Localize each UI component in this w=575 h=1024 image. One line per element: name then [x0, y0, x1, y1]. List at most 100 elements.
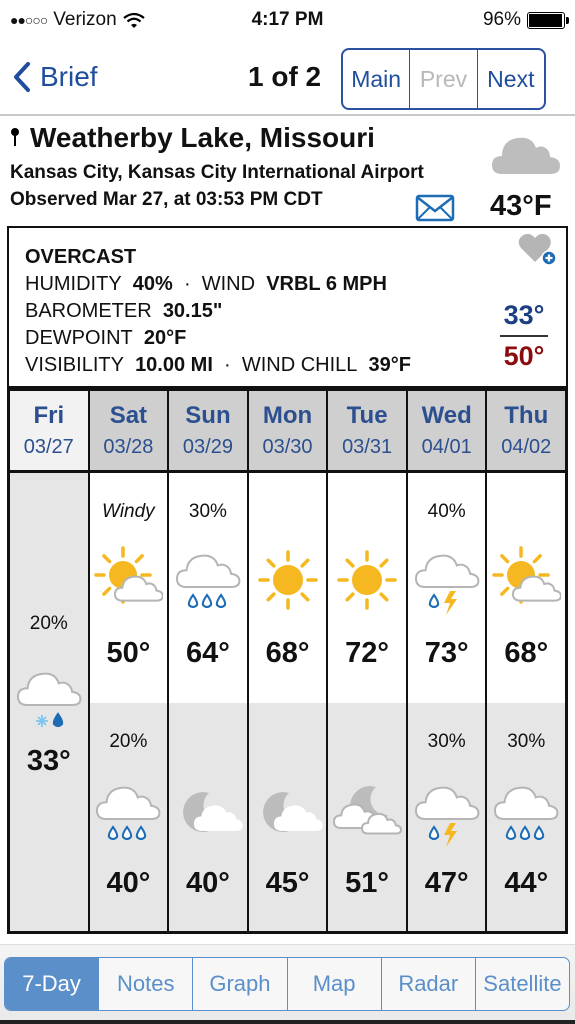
low-temperature: 51° — [345, 867, 390, 899]
nighttime-forecast: 20% 33° — [10, 473, 88, 931]
day-name: Mon — [262, 402, 313, 429]
page-segmented-control: Main Prev Next — [341, 48, 546, 110]
wifi-icon — [122, 12, 145, 28]
tab-satellite[interactable]: Satellite — [476, 958, 569, 1010]
forecast-day-mon[interactable]: Mon 03/30 68° 45° — [248, 391, 329, 931]
low-temperature: 40° — [106, 867, 151, 899]
partly-sunny-icon — [94, 546, 164, 604]
nighttime-note: 30% — [507, 731, 546, 752]
high-temperature: 68° — [265, 637, 310, 669]
back-label: Brief — [40, 61, 98, 92]
main-button[interactable]: Main — [343, 50, 411, 108]
tab-graph[interactable]: Graph — [193, 958, 288, 1010]
day-date: 03/31 — [342, 436, 393, 458]
low-temperature: 45° — [265, 867, 310, 899]
today-high: 50° — [503, 341, 545, 371]
visibility-label: VISIBILITY — [25, 354, 124, 376]
nighttime-forecast: 40° — [169, 703, 247, 931]
high-temperature: 64° — [186, 637, 230, 669]
forecast-day-fri[interactable]: Fri 03/27 20% 33° — [10, 391, 90, 931]
tab-radar[interactable]: Radar — [382, 958, 476, 1010]
pin-icon — [10, 128, 20, 148]
daytime-forecast: 40% 73° — [407, 473, 486, 703]
day-header: Wed 04/01 — [407, 391, 486, 473]
forecast-day-tue[interactable]: Tue 03/31 72° 51° — [328, 391, 408, 931]
day-date: 03/28 — [103, 436, 154, 458]
cloud-icon — [492, 137, 560, 174]
day-date: 03/27 — [23, 436, 74, 458]
add-favorite-icon[interactable] — [518, 232, 558, 266]
today-low-high: 33° 50° — [500, 300, 548, 372]
nighttime-forecast: 51° — [328, 703, 406, 931]
windchill-label: WIND CHILL — [241, 354, 358, 376]
forecast-day-sun[interactable]: Sun 03/29 30% 64° 40° — [169, 391, 249, 931]
dewpoint-label: DEWPOINT — [25, 327, 133, 349]
tab-map[interactable]: Map — [288, 958, 382, 1010]
location-header: Weatherby Lake, Missouri Kansas City, Ka… — [0, 116, 575, 224]
page-indicator: 1 of 2 — [248, 61, 322, 92]
sun-icon — [337, 550, 397, 610]
sun-icon — [257, 550, 318, 610]
moon-cloud-icon — [262, 792, 323, 833]
day-name: Tue — [346, 402, 388, 429]
daytime-forecast: 68° — [248, 473, 327, 703]
low-temperature: 33° — [26, 745, 71, 777]
separator: · — [224, 354, 231, 376]
station-name: Kansas City, Kansas City International A… — [10, 162, 424, 183]
day-name: Sat — [109, 402, 148, 429]
day-header: Sun 03/29 — [169, 391, 247, 473]
status-bar: ●●○○○ Verizon 4:17 PM 96% — [0, 0, 575, 40]
day-date: 03/29 — [182, 436, 233, 458]
tab-notes[interactable]: Notes — [99, 958, 194, 1010]
low-temperature: 40° — [186, 867, 230, 899]
today-low: 33° — [503, 300, 545, 330]
next-button[interactable]: Next — [478, 50, 544, 108]
forecast-day-thu[interactable]: Thu 04/02 68° 30% 44° — [487, 391, 566, 931]
humidity-value: 40% — [132, 273, 173, 295]
wind-label: WIND — [201, 273, 256, 295]
low-temperature: 47° — [424, 867, 469, 899]
daytime-note: Windy — [102, 501, 155, 522]
divider — [500, 335, 548, 337]
back-button[interactable]: Brief — [12, 61, 98, 93]
windchill-value: 39°F — [368, 354, 411, 376]
high-temperature: 72° — [345, 637, 390, 669]
current-temperature: 43°F — [490, 190, 552, 222]
seven-day-forecast: Fri 03/27 20% 33° Sat 03/28 Windy 50° 20… — [7, 388, 568, 934]
partly-sunny-icon — [492, 546, 562, 604]
day-header: Thu 04/02 — [487, 391, 566, 473]
barometer-value: 30.15" — [162, 300, 223, 322]
cloud-snow-rain-icon — [16, 672, 82, 727]
forecast-day-sat[interactable]: Sat 03/28 Windy 50° 20% 40° — [89, 391, 170, 931]
day-date: 04/02 — [501, 436, 552, 458]
forecast-day-wed[interactable]: Wed 04/01 40% 73° 30% 47° — [407, 391, 488, 931]
battery-percent: 96% — [482, 9, 521, 30]
daytime-forecast: 30% 64° — [169, 473, 247, 703]
day-name: Sun — [185, 402, 231, 429]
high-temperature: 50° — [106, 637, 151, 669]
prev-button[interactable]: Prev — [410, 50, 478, 108]
wind-value: VRBL 6 MPH — [266, 273, 387, 295]
day-header: Mon 03/30 — [248, 391, 327, 473]
location-name: Weatherby Lake, Missouri — [30, 122, 375, 153]
observed-time: Observed Mar 27, at 03:53 PM CDT — [10, 189, 323, 210]
day-header: Sat 03/28 — [89, 391, 168, 473]
thunderstorm-icon — [414, 554, 480, 615]
daytime-note: 40% — [427, 501, 466, 522]
email-icon[interactable] — [415, 194, 455, 222]
cloud-rain-icon — [175, 554, 241, 608]
nighttime-forecast: 30% 47° — [407, 703, 486, 931]
low-temperature: 44° — [504, 867, 549, 899]
daytime-note: 30% — [188, 501, 227, 522]
high-temperature: 68° — [504, 637, 549, 669]
day-name: Fri — [33, 402, 65, 429]
tab-7-day[interactable]: 7-Day — [5, 958, 100, 1010]
day-date: 03/30 — [262, 436, 313, 458]
nighttime-note: 20% — [29, 613, 68, 634]
moon-cloud-icon — [183, 792, 243, 833]
humidity-label: HUMIDITY — [25, 273, 122, 295]
high-temperature: 73° — [424, 637, 469, 669]
day-name: Wed — [421, 402, 472, 429]
current-conditions-panel: OVERCAST HUMIDITY 40% · WIND VRBL 6 MPH … — [7, 226, 568, 388]
mostly-cloudy-night-icon — [333, 786, 403, 835]
